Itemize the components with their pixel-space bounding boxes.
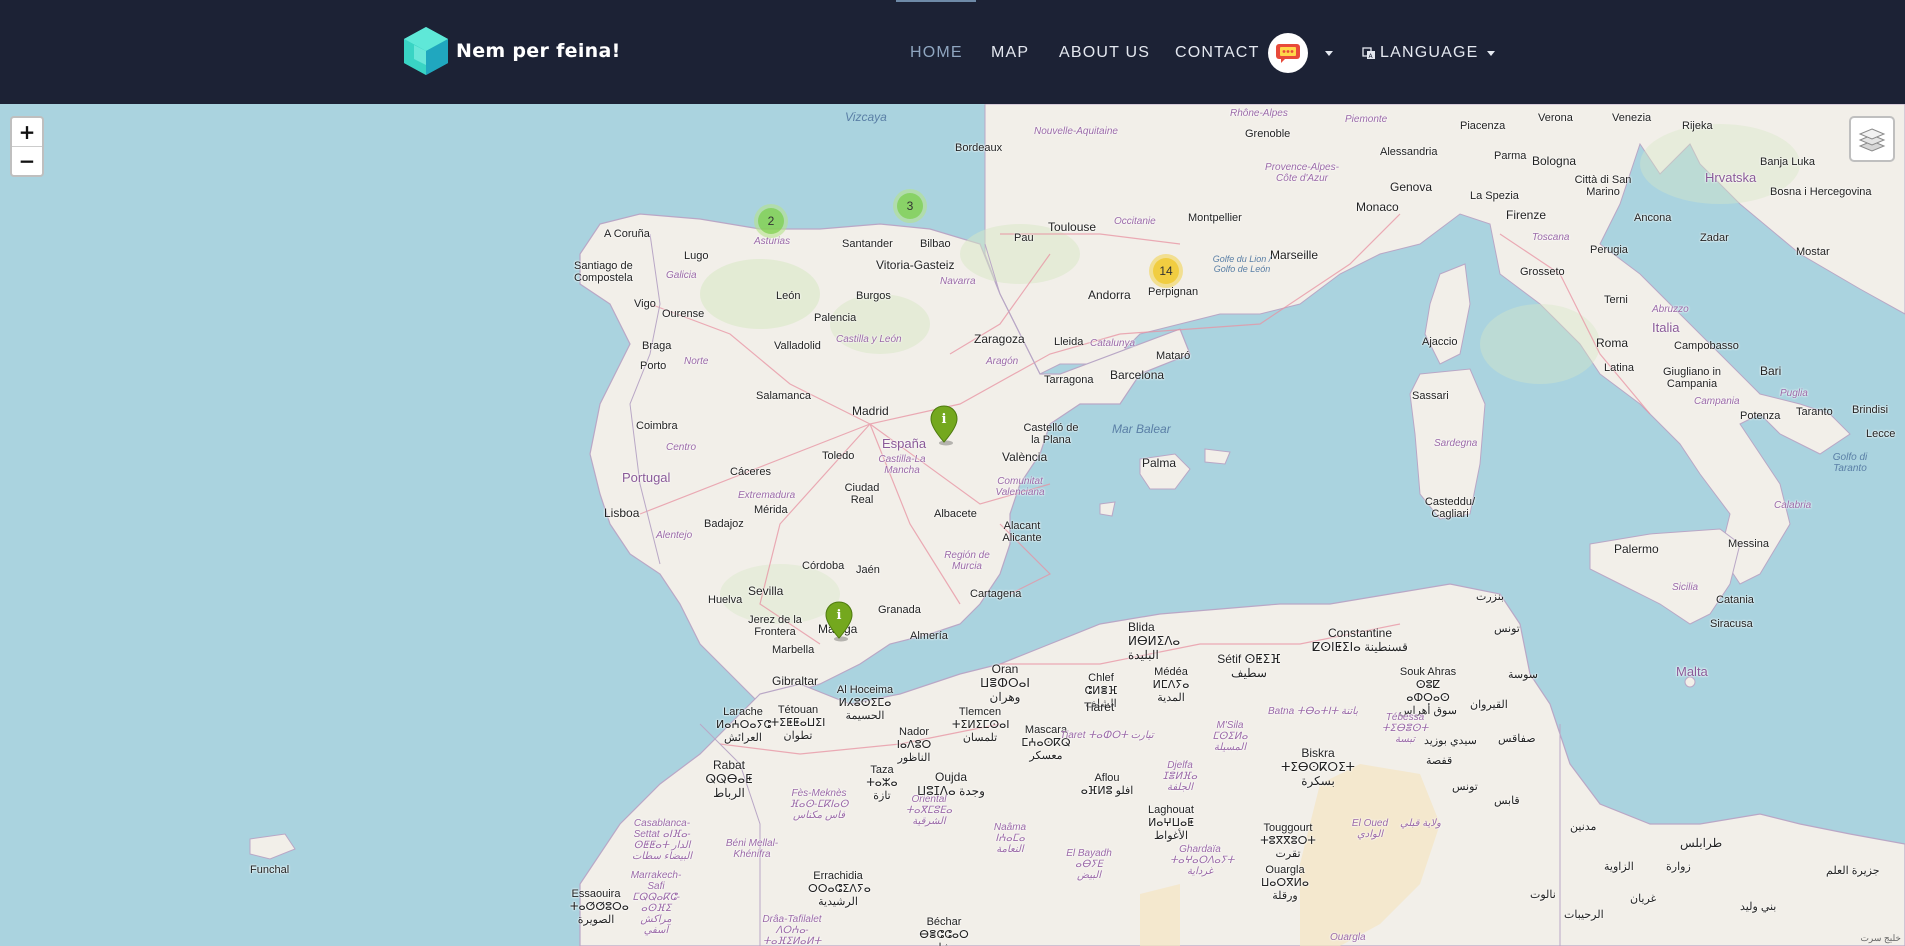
marker-glyph: i bbox=[942, 412, 947, 427]
nav-map[interactable]: MAP bbox=[991, 44, 1029, 62]
top-navbar: Nem per feina! HOME MAP ABOUT US CONTACT… bbox=[0, 0, 1905, 104]
zoom-in-button[interactable]: + bbox=[12, 118, 42, 146]
map-cluster[interactable]: 14 bbox=[1149, 254, 1183, 288]
language-label: LANGUAGE bbox=[1380, 44, 1479, 61]
map-base bbox=[249, 104, 1905, 946]
chat-dropdown-caret-icon[interactable] bbox=[1325, 51, 1333, 56]
hexagon-logo-icon bbox=[404, 27, 448, 75]
language-caret-icon bbox=[1486, 50, 1495, 56]
language-dropdown[interactable]: A LANGUAGE bbox=[1362, 44, 1495, 62]
cluster-count: 2 bbox=[758, 208, 784, 234]
brand-name: Nem per feina! bbox=[456, 40, 621, 62]
info-marker-icon[interactable]: i bbox=[929, 404, 959, 446]
zoom-out-button[interactable]: − bbox=[12, 146, 42, 175]
map-cluster[interactable]: 3 bbox=[893, 189, 927, 223]
info-marker-icon[interactable]: i bbox=[824, 600, 854, 642]
layers-button[interactable] bbox=[1849, 116, 1895, 162]
map-attribution: خليج سرت bbox=[1860, 933, 1901, 943]
map-cluster[interactable]: 2 bbox=[754, 204, 788, 238]
active-tab-indicator bbox=[896, 0, 976, 2]
map-view[interactable]: Vizcaya Bordeaux Nouvelle-Aquitaine Rhôn… bbox=[0, 104, 1905, 946]
marker-glyph: i bbox=[837, 608, 842, 623]
nav-home[interactable]: HOME bbox=[910, 44, 963, 62]
cluster-count: 3 bbox=[897, 193, 923, 219]
nav-contact[interactable]: CONTACT bbox=[1175, 44, 1260, 62]
translate-icon: A bbox=[1362, 47, 1375, 60]
cluster-count: 14 bbox=[1153, 258, 1179, 284]
brand[interactable]: Nem per feina! bbox=[402, 26, 621, 76]
nav-about-us[interactable]: ABOUT US bbox=[1059, 44, 1150, 62]
zoom-control: + − bbox=[10, 116, 44, 177]
chat-bubble-icon bbox=[1276, 44, 1300, 63]
chat-button[interactable] bbox=[1268, 33, 1308, 73]
layers-icon bbox=[1858, 128, 1886, 152]
